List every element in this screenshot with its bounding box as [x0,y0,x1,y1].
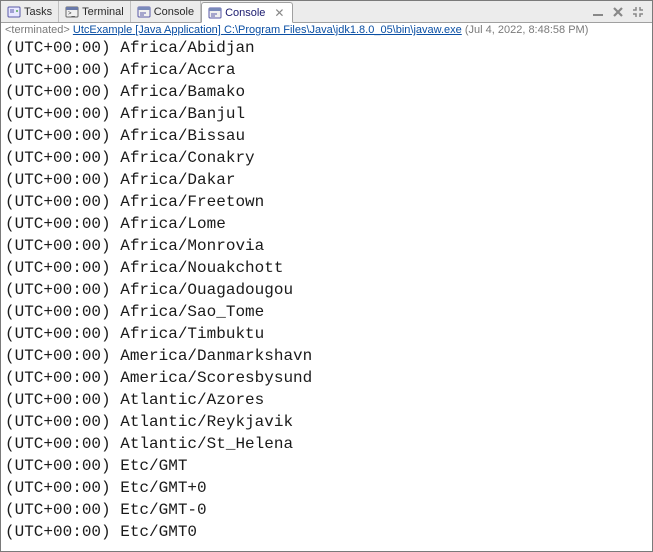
console-icon [208,6,222,20]
console-icon [137,5,151,19]
tabs-container: Tasks >_ Terminal Console [1,1,293,22]
close-icon[interactable]: ✕ [272,6,286,20]
toolbar-right [590,4,652,20]
tasks-icon [7,5,21,19]
svg-text:>_: >_ [68,11,76,17]
console-status-line: <terminated> UtcExample [Java Applicatio… [1,23,652,37]
tab-bar: Tasks >_ Terminal Console [1,1,652,23]
terminal-icon: >_ [65,5,79,19]
console-output[interactable]: (UTC+00:00) Africa/Abidjan (UTC+00:00) A… [1,37,652,551]
tab-console-active[interactable]: Console ✕ [201,2,293,23]
minimize-icon[interactable] [590,4,606,20]
status-app-link[interactable]: UtcExample [Java Application] C:\Program… [73,24,462,36]
close-view-icon[interactable] [610,4,626,20]
tab-tasks[interactable]: Tasks [1,1,59,22]
tab-terminal[interactable]: >_ Terminal [59,1,131,22]
tab-label: Tasks [24,6,52,18]
tab-label: Console [225,7,265,19]
maximize-icon[interactable] [630,4,646,20]
tab-console[interactable]: Console [131,1,201,22]
status-timestamp: (Jul 4, 2022, 8:48:58 PM) [465,24,589,36]
tab-label: Terminal [82,6,124,18]
tab-label: Console [154,6,194,18]
status-terminated: <terminated> [5,24,70,36]
